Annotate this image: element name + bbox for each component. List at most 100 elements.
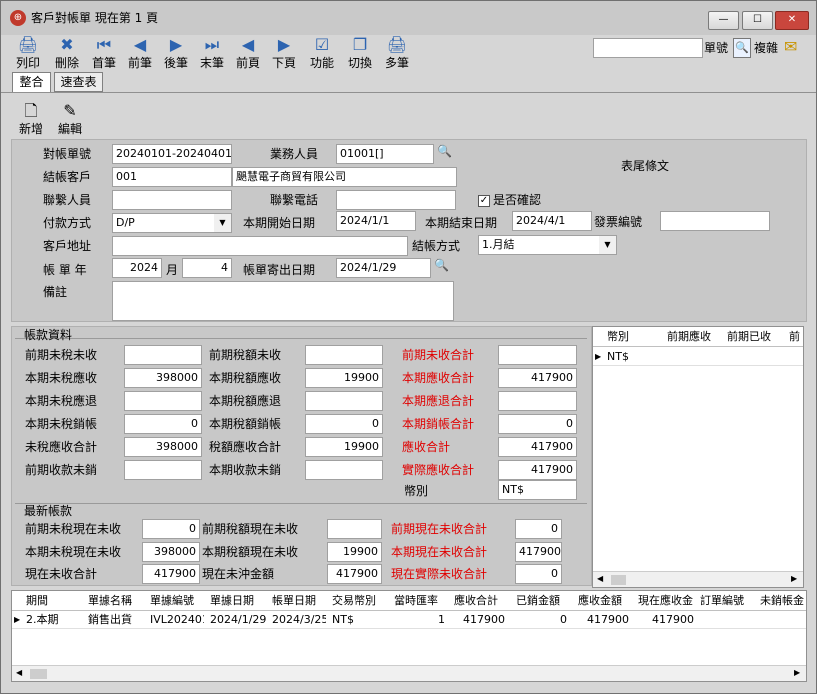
currency-col-header[interactable]: 前期已收 [727,329,787,345]
detail-col-header[interactable]: 單據日期 [210,593,270,609]
tab-integrated[interactable]: 整合 [12,72,51,92]
month-field[interactable]: 4 [182,258,232,278]
scroll-left-icon[interactable]: ◀ [16,668,22,677]
tab-quick-lookup[interactable]: 速查表 [54,72,103,92]
detail-col-header[interactable]: 應收金額 [578,593,633,609]
sales-field[interactable]: 01001[] [336,144,434,164]
detail-col-header[interactable]: 單據編號 [150,593,208,609]
phone-field[interactable] [336,190,456,210]
account-total-value[interactable]: 417900 [498,460,577,480]
latest-value-b[interactable]: 19900 [327,542,382,562]
prev-button[interactable]: ◀ 前筆 [124,35,156,70]
account-value-b[interactable] [305,391,383,411]
maximize-button[interactable]: ☐ [742,11,773,30]
latest-total-value[interactable]: 0 [515,519,562,539]
delete-button[interactable]: ✖ 刪除 [51,35,83,70]
account-value-b[interactable] [305,345,383,365]
next-page-label: 下頁 [271,56,296,70]
detail-col-header[interactable]: 未銷帳金 [760,593,806,609]
latest-total-value[interactable]: 0 [515,564,562,584]
account-value-a[interactable] [124,391,202,411]
account-total-value[interactable]: 417900 [498,368,577,388]
scroll-thumb[interactable] [611,575,626,585]
account-value-b[interactable] [305,460,383,480]
detail-col-header[interactable]: 當時匯率 [394,593,449,609]
latest-value-a[interactable]: 0 [142,519,200,539]
latest-value-a[interactable]: 417900 [142,564,200,584]
confirm-checkbox[interactable]: ✓ [478,193,490,207]
account-total-value[interactable]: 0 [498,414,577,434]
currency-col-header[interactable]: 前 [789,329,803,345]
prev-page-button[interactable]: ◀ 前頁 [232,35,264,70]
scroll-thumb[interactable] [30,669,47,679]
title-bar: ⊕ 客戶對帳單 現在第 1 頁 — ☐ ✕ [1,1,816,35]
detail-col-header[interactable]: 訂單編號 [700,593,758,609]
search-input[interactable] [593,38,703,58]
detail-col-header[interactable]: 現在應收金 [638,593,698,609]
contact-field[interactable] [112,190,232,210]
multi-button[interactable]: 🖨 多筆 [381,35,413,70]
latest-label-a: 本期未稅現在未收 [25,545,122,559]
customer-code-field[interactable]: 001 [112,167,232,187]
invoice-field[interactable] [660,211,770,231]
account-value-a[interactable] [124,345,202,365]
function-button[interactable]: ☑ 功能 [306,35,338,70]
memo-field[interactable] [112,281,454,321]
settle-dropdown-icon[interactable]: ▼ [599,236,616,254]
account-value-a[interactable]: 398000 [124,368,202,388]
switch-button[interactable]: ❐ 切換 [344,35,376,70]
search-icon[interactable]: 🔍 [733,38,751,58]
latest-total-value[interactable]: 417900 [515,542,562,562]
account-value-b[interactable]: 19900 [305,368,383,388]
sent-date-lookup-icon[interactable]: 🔍 [434,258,449,272]
detail-grid-row[interactable]: ▶ 2.本期 銷售出貨 IVL2024012 2024/1/29 2024/3/25 NT$… [12,611,806,629]
close-button[interactable]: ✕ [775,11,809,30]
currency-grid-row[interactable]: ▶ NT$ [593,348,803,366]
first-button[interactable]: ⏮ 首筆 [88,35,120,70]
latest-value-a[interactable]: 398000 [142,542,200,562]
customer-label: 結帳客戶 [43,170,92,184]
next-button[interactable]: ▶ 後筆 [160,35,192,70]
detail-col-header[interactable]: 單據名稱 [88,593,148,609]
scroll-right-icon[interactable]: ▶ [791,574,797,583]
year-field[interactable]: 2024 [112,258,162,278]
pay-dropdown-icon[interactable]: ▼ [214,214,231,232]
account-value-a[interactable]: 0 [124,414,202,434]
sales-lookup-icon[interactable]: 🔍 [437,144,452,158]
address-field[interactable] [112,236,408,256]
account-value-a[interactable]: 398000 [124,437,202,457]
detail-col-header[interactable]: 帳單日期 [272,593,330,609]
end-date-field[interactable]: 2024/4/1 [512,211,592,231]
last-button[interactable]: ⏭ 末筆 [196,35,228,70]
account-total-value[interactable] [498,391,577,411]
settle-select[interactable]: 1.月結 [478,235,617,255]
scroll-right-icon[interactable]: ▶ [794,668,800,677]
print-button[interactable]: 🖨 列印 [12,35,44,70]
next-page-button[interactable]: ▶ 下頁 [268,35,300,70]
detail-grid-hscroll[interactable]: ◀ ▶ [12,665,806,681]
wizard-icon[interactable]: ✉ [784,36,804,58]
currency-col-header[interactable]: 前期應收 [667,329,725,345]
account-total-value[interactable] [498,345,577,365]
detail-col-header[interactable]: 應收合計 [454,593,509,609]
scroll-left-icon[interactable]: ◀ [597,574,603,583]
edit-button[interactable]: ✎ 編輯 [53,101,87,136]
customer-name-field[interactable]: 颶慧電子商貿有限公司 [232,167,457,187]
add-button[interactable]: 🗋 新增 [14,101,48,136]
minimize-button[interactable]: — [708,11,739,30]
start-date-field[interactable]: 2024/1/1 [336,211,416,231]
stmt-no-field[interactable]: 20240101-20240401-001 [112,144,232,164]
currency-col-header[interactable]: 幣別 [607,329,665,345]
detail-col-header[interactable]: 已銷金額 [516,593,571,609]
detail-col-header[interactable]: 交易幣別 [332,593,392,609]
latest-value-b[interactable] [327,519,382,539]
latest-value-b[interactable]: 417900 [327,564,382,584]
detail-col-header[interactable]: 期間 [26,593,86,609]
account-value-b[interactable]: 19900 [305,437,383,457]
currency-field[interactable]: NT$ [498,480,577,500]
sent-date-field[interactable]: 2024/1/29 [336,258,431,278]
account-value-a[interactable] [124,460,202,480]
currency-grid-hscroll[interactable]: ◀ ▶ [593,571,803,587]
account-value-b[interactable]: 0 [305,414,383,434]
account-total-value[interactable]: 417900 [498,437,577,457]
